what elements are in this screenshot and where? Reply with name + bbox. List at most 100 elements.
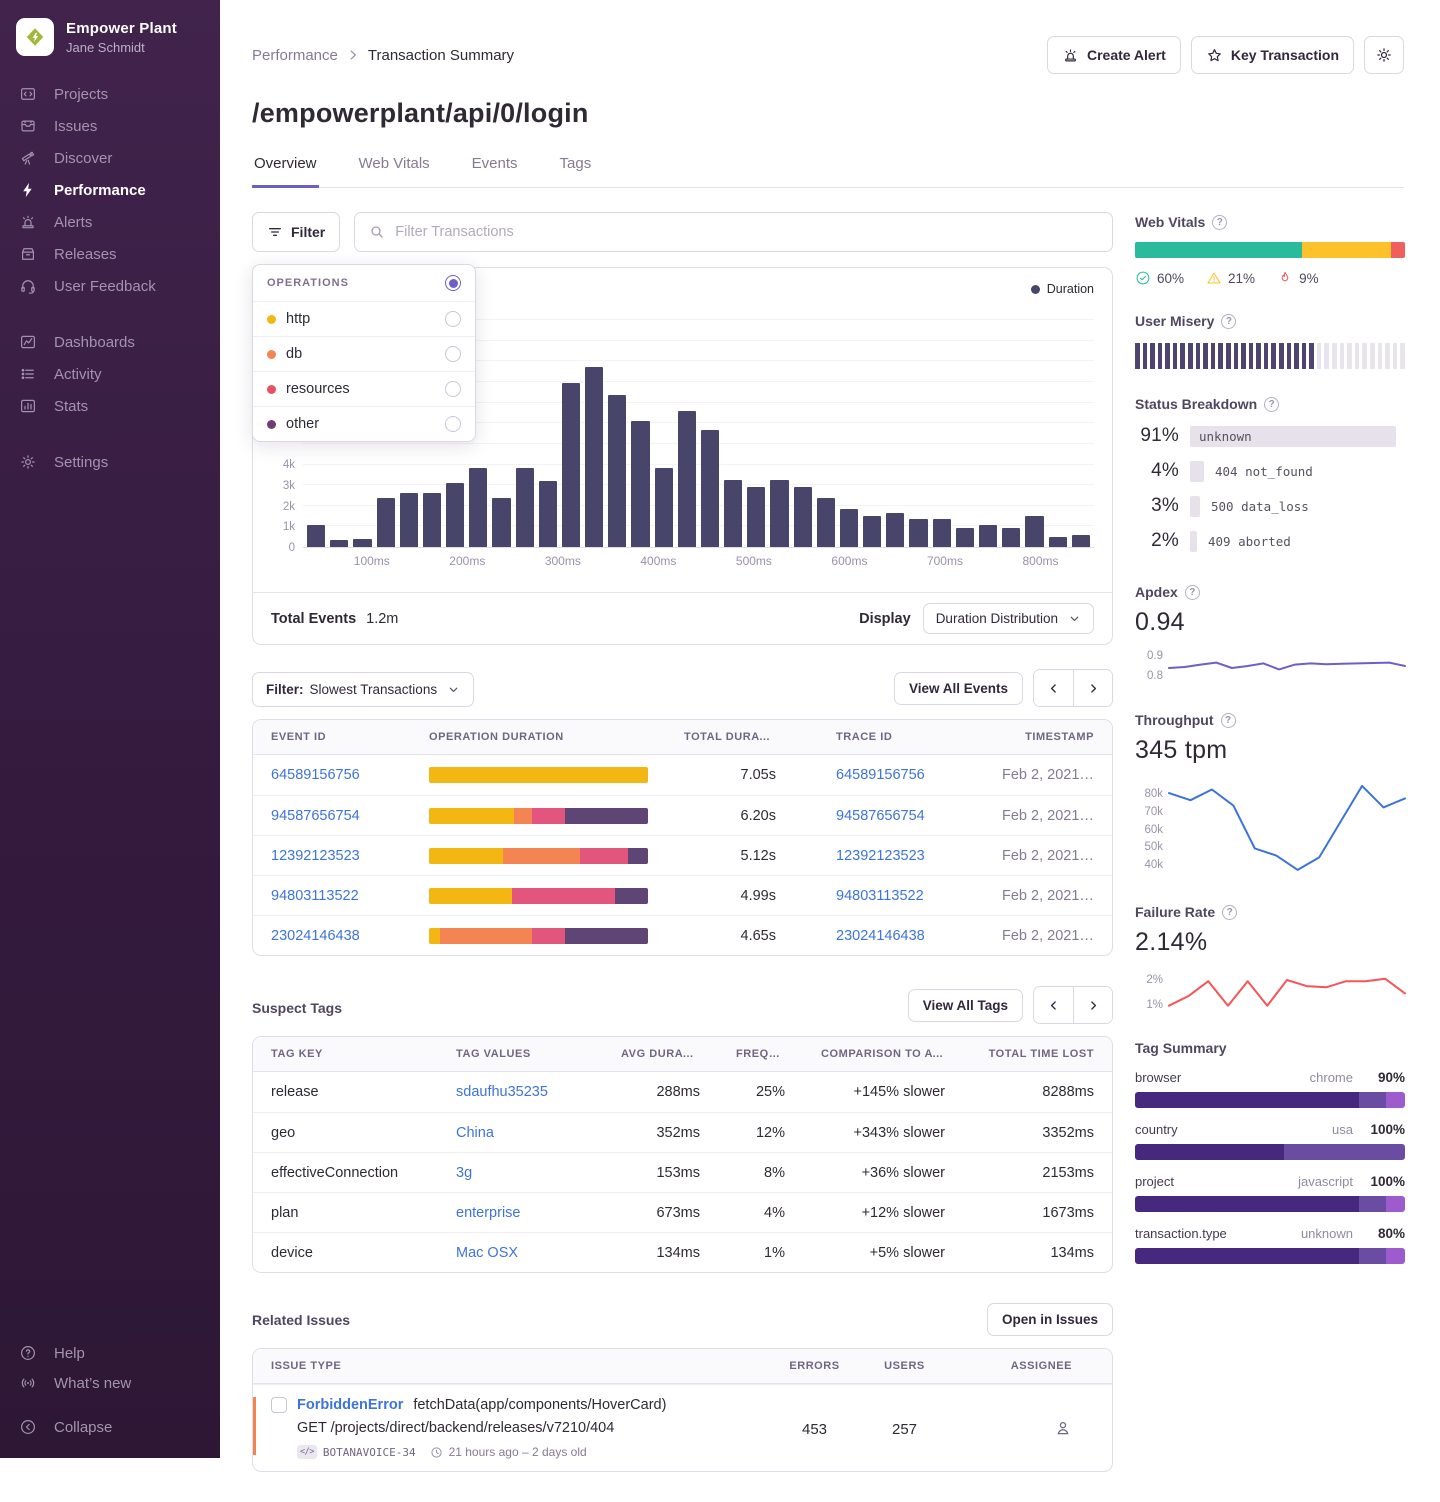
display-select[interactable]: Duration Distribution <box>923 603 1094 634</box>
pager-prev-button[interactable] <box>1034 987 1073 1023</box>
issue-assignee[interactable] <box>947 1397 1112 1437</box>
sidebar-item-settings[interactable]: Settings <box>0 446 220 478</box>
histogram-bar[interactable] <box>516 468 534 547</box>
trace-id-link[interactable]: 23024146438 <box>836 928 925 944</box>
operation-option-other[interactable]: other <box>253 406 475 441</box>
transaction-search[interactable] <box>354 212 1113 252</box>
operations-heading-row[interactable]: OPERATIONS <box>253 265 475 301</box>
histogram-bar[interactable] <box>353 539 371 547</box>
open-in-issues-button[interactable]: Open in Issues <box>987 1303 1113 1336</box>
tag-summary-bar[interactable] <box>1135 1248 1405 1264</box>
create-alert-button[interactable]: Create Alert <box>1047 36 1181 74</box>
tag-value-link[interactable]: Mac OSX <box>456 1245 518 1261</box>
sidebar-item-stats[interactable]: Stats <box>0 390 220 422</box>
operation-option-resources[interactable]: resources <box>253 371 475 406</box>
histogram-bar[interactable] <box>794 487 812 547</box>
histogram-bar[interactable] <box>886 513 904 547</box>
issue-type-link[interactable]: ForbiddenError <box>297 1397 403 1413</box>
histogram-bar[interactable] <box>863 516 881 547</box>
sidebar-item-releases[interactable]: Releases <box>0 238 220 270</box>
histogram-bar[interactable] <box>933 519 951 547</box>
sidebar-item-activity[interactable]: Activity <box>0 358 220 390</box>
histogram-bar[interactable] <box>956 528 974 547</box>
histogram-bar[interactable] <box>562 383 580 547</box>
histogram-bar[interactable] <box>400 493 418 547</box>
event-id-link[interactable]: 94803113522 <box>271 888 359 904</box>
operation-radio[interactable] <box>445 381 461 397</box>
tag-value-link[interactable]: 3g <box>456 1165 472 1181</box>
event-id-link[interactable]: 12392123523 <box>271 848 360 864</box>
search-input[interactable] <box>395 224 1098 240</box>
histogram-bar[interactable] <box>446 483 464 547</box>
event-id-link[interactable]: 94587656754 <box>271 808 360 824</box>
histogram-bar[interactable] <box>585 367 603 547</box>
tab-overview[interactable]: Overview <box>252 155 319 188</box>
tab-tags[interactable]: Tags <box>558 155 594 188</box>
help-icon[interactable]: ? <box>1222 905 1237 920</box>
histogram-bar[interactable] <box>469 468 487 547</box>
histogram-bar[interactable] <box>724 480 742 547</box>
histogram-bar[interactable] <box>770 480 788 547</box>
histogram-bar[interactable] <box>492 498 510 548</box>
sidebar-item-performance[interactable]: Performance <box>0 174 220 206</box>
tag-value-link[interactable]: enterprise <box>456 1205 520 1221</box>
histogram-bar[interactable] <box>701 430 719 547</box>
event-id-link[interactable]: 23024146438 <box>271 928 360 944</box>
histogram-bar[interactable] <box>909 519 927 547</box>
org-switcher[interactable]: Empower Plant Jane Schmidt <box>0 0 220 78</box>
histogram-bar[interactable] <box>608 395 626 547</box>
sidebar-item-projects[interactable]: Projects <box>0 78 220 110</box>
histogram-bar[interactable] <box>1002 528 1020 547</box>
sidebar-item-discover[interactable]: Discover <box>0 142 220 174</box>
histogram-bar[interactable] <box>1025 516 1043 547</box>
histogram-bar[interactable] <box>307 525 325 547</box>
pager-next-button[interactable] <box>1073 987 1112 1023</box>
settings-gear-button[interactable] <box>1364 36 1404 74</box>
tag-summary-bar[interactable] <box>1135 1196 1405 1212</box>
operation-option-db[interactable]: db <box>253 336 475 371</box>
sidebar-item-collapse[interactable]: Collapse <box>0 1412 220 1442</box>
histogram-bar[interactable] <box>539 481 557 547</box>
help-icon[interactable]: ? <box>1212 215 1227 230</box>
breadcrumb-parent[interactable]: Performance <box>252 47 338 64</box>
histogram-bar[interactable] <box>423 493 441 547</box>
pager-next-button[interactable] <box>1073 670 1112 706</box>
trace-id-link[interactable]: 94587656754 <box>836 808 925 824</box>
issue-checkbox[interactable] <box>271 1397 287 1413</box>
sidebar-item-what-s-new[interactable]: What’s new <box>0 1368 220 1398</box>
help-icon[interactable]: ? <box>1221 314 1236 329</box>
tag-summary-bar[interactable] <box>1135 1092 1405 1108</box>
tag-value-link[interactable]: sdaufhu35235 <box>456 1084 548 1100</box>
histogram-bar[interactable] <box>979 525 997 547</box>
operation-radio[interactable] <box>445 416 461 432</box>
trace-id-link[interactable]: 12392123523 <box>836 848 925 864</box>
help-icon[interactable]: ? <box>1264 397 1279 412</box>
pager-prev-button[interactable] <box>1034 670 1073 706</box>
tab-web-vitals[interactable]: Web Vitals <box>357 155 432 188</box>
chart-legend[interactable]: Duration <box>1031 282 1094 296</box>
help-icon[interactable]: ? <box>1221 713 1236 728</box>
events-filter-select[interactable]: Filter: Slowest Transactions <box>252 672 474 707</box>
histogram-bar[interactable] <box>330 540 348 547</box>
tab-events[interactable]: Events <box>470 155 520 188</box>
trace-id-link[interactable]: 94803113522 <box>836 888 924 904</box>
histogram-bar[interactable] <box>377 498 395 548</box>
help-icon[interactable]: ? <box>1185 585 1200 600</box>
trace-id-link[interactable]: 64589156756 <box>836 767 925 783</box>
view-all-events-button[interactable]: View All Events <box>894 672 1023 705</box>
histogram-bar[interactable] <box>655 468 673 547</box>
project-badge[interactable]: </> BOTANAVOICE-34 <box>297 1445 416 1459</box>
filter-button[interactable]: Filter <box>252 212 340 252</box>
tag-value-link[interactable]: China <box>456 1125 494 1141</box>
sidebar-item-issues[interactable]: Issues <box>0 110 220 142</box>
histogram-bar[interactable] <box>817 498 835 548</box>
histogram-bar[interactable] <box>1049 537 1067 547</box>
histogram-bar[interactable] <box>631 421 649 547</box>
sidebar-item-dashboards[interactable]: Dashboards <box>0 326 220 358</box>
key-transaction-button[interactable]: Key Transaction <box>1191 36 1354 74</box>
operation-radio[interactable] <box>445 346 461 362</box>
operation-radio[interactable] <box>445 311 461 327</box>
sidebar-item-help[interactable]: Help <box>0 1338 220 1368</box>
view-all-tags-button[interactable]: View All Tags <box>908 989 1023 1022</box>
histogram-bar[interactable] <box>747 487 765 547</box>
